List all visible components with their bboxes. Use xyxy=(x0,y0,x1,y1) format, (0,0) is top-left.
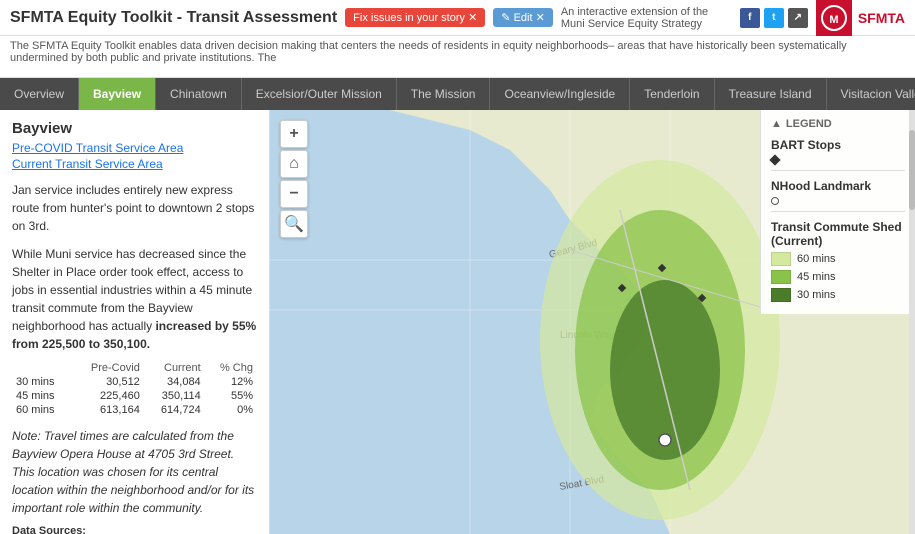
nav-tab-chinatown[interactable]: Chinatown xyxy=(156,78,242,110)
cell-pre_covid: 613,164 xyxy=(71,403,144,417)
legend-item: 45 mins xyxy=(771,270,905,284)
col-pct: % Chg xyxy=(205,361,257,375)
nav-tab-overview[interactable]: Overview xyxy=(0,78,79,110)
map-area[interactable]: Geary Blvd Lincoln Way Sloat Blvd Skylin… xyxy=(270,110,915,534)
left-panel: Bayview Pre-COVID Transit Service Area C… xyxy=(0,110,270,534)
nav-tab-oceanview-ingleside[interactable]: Oceanview/Ingleside xyxy=(490,78,630,110)
page-title: SFMTA Equity Toolkit - Transit Assessmen… xyxy=(10,9,337,27)
legend-item: 60 mins xyxy=(771,252,905,266)
transit-shed-label: Transit Commute Shed (Current) xyxy=(771,220,905,248)
twitter-icon[interactable]: t xyxy=(764,8,784,28)
main-content: Bayview Pre-COVID Transit Service Area C… xyxy=(0,110,915,534)
zoom-out-button[interactable]: − xyxy=(280,180,308,208)
sub-header-text: The SFMTA Equity Toolkit enables data dr… xyxy=(10,40,847,64)
nav-tab-bayview[interactable]: Bayview xyxy=(79,78,156,110)
cell-pct: 55% xyxy=(205,389,257,403)
logo-text: SFMTA xyxy=(858,10,905,26)
right-scrollbar[interactable] xyxy=(909,110,915,534)
header-description: An interactive extension of the Muni Ser… xyxy=(561,6,732,30)
cell-current: 350,114 xyxy=(144,389,205,403)
sfmta-logo: M SFMTA xyxy=(816,0,905,36)
header: SFMTA Equity Toolkit - Transit Assessmen… xyxy=(0,0,915,36)
cell-current: 614,724 xyxy=(144,403,205,417)
legend-header: ▲ LEGEND xyxy=(771,118,905,130)
table-row: 30 mins30,51234,08412% xyxy=(12,375,257,389)
nhood-landmark-label: NHood Landmark xyxy=(771,179,905,193)
bart-stop-item xyxy=(771,156,905,164)
legend-color-swatch xyxy=(771,288,791,302)
social-icons: f t ↗ xyxy=(740,8,808,28)
nav-tab-treasure-island[interactable]: Treasure Island xyxy=(715,78,827,110)
legend-item: 30 mins xyxy=(771,288,905,302)
nav-tab-excelsior-outer-mission[interactable]: Excelsior/Outer Mission xyxy=(242,78,397,110)
nav-tabs: OverviewBayviewChinatownExcelsior/Outer … xyxy=(0,78,915,110)
description-para1: Jan service includes entirely new expres… xyxy=(12,181,257,235)
col-time xyxy=(12,361,71,375)
stats-table: Pre-Covid Current % Chg 30 mins30,51234,… xyxy=(12,361,257,417)
map-controls: + ⌂ − 🔍 xyxy=(280,120,308,238)
sub-header: The SFMTA Equity Toolkit enables data dr… xyxy=(0,36,915,78)
svg-text:M: M xyxy=(829,14,838,26)
table-row: 45 mins225,460350,11455% xyxy=(12,389,257,403)
search-button[interactable]: 🔍 xyxy=(280,210,308,238)
cell-current: 34,084 xyxy=(144,375,205,389)
col-pre-covid: Pre-Covid xyxy=(71,361,144,375)
legend: ▲ LEGEND BART Stops NHood Landmark Trans… xyxy=(760,110,915,314)
cell-time: 30 mins xyxy=(12,375,71,389)
edit-button[interactable]: ✎ Edit ✕ xyxy=(493,8,553,27)
fix-issues-button[interactable]: Fix issues in your story ✕ xyxy=(345,8,485,27)
cell-pre_covid: 225,460 xyxy=(71,389,144,403)
legend-item-label: 30 mins xyxy=(797,289,836,301)
nhood-landmark-dot-icon xyxy=(771,197,779,205)
pre-covid-link[interactable]: Pre-COVID Transit Service Area xyxy=(12,141,257,155)
logo-box: M xyxy=(816,0,852,36)
neighborhood-title: Bayview xyxy=(12,120,257,137)
share-icon[interactable]: ↗ xyxy=(788,8,808,28)
bart-stops-label: BART Stops xyxy=(771,138,905,152)
cell-time: 45 mins xyxy=(12,389,71,403)
cell-pre_covid: 30,512 xyxy=(71,375,144,389)
cell-pct: 12% xyxy=(205,375,257,389)
legend-title: LEGEND xyxy=(786,118,832,130)
table-row: 60 mins613,164614,7240% xyxy=(12,403,257,417)
legend-items: 60 mins 45 mins 30 mins xyxy=(771,252,905,302)
nav-tab-tenderloin[interactable]: Tenderloin xyxy=(630,78,714,110)
description-para2: While Muni service has decreased since t… xyxy=(12,245,257,353)
facebook-icon[interactable]: f xyxy=(740,8,760,28)
cell-pct: 0% xyxy=(205,403,257,417)
nav-tab-visitacion-valley[interactable]: Visitacion Valley xyxy=(827,78,915,110)
bart-stop-diamond-icon xyxy=(769,154,780,165)
current-transit-link[interactable]: Current Transit Service Area xyxy=(12,157,257,171)
cell-time: 60 mins xyxy=(12,403,71,417)
legend-triangle-icon: ▲ xyxy=(771,118,782,130)
note-text: Note: Travel times are calculated from t… xyxy=(12,427,257,517)
data-sources-title: Data Sources: xyxy=(12,525,257,534)
legend-color-swatch xyxy=(771,252,791,266)
legend-color-swatch xyxy=(771,270,791,284)
home-button[interactable]: ⌂ xyxy=(280,150,308,178)
zoom-in-button[interactable]: + xyxy=(280,120,308,148)
legend-item-label: 60 mins xyxy=(797,253,836,265)
scrollbar-thumb[interactable] xyxy=(909,130,915,210)
legend-item-label: 45 mins xyxy=(797,271,836,283)
nhood-landmark-item xyxy=(771,197,905,205)
col-current: Current xyxy=(144,361,205,375)
nav-tab-the-mission[interactable]: The Mission xyxy=(397,78,491,110)
